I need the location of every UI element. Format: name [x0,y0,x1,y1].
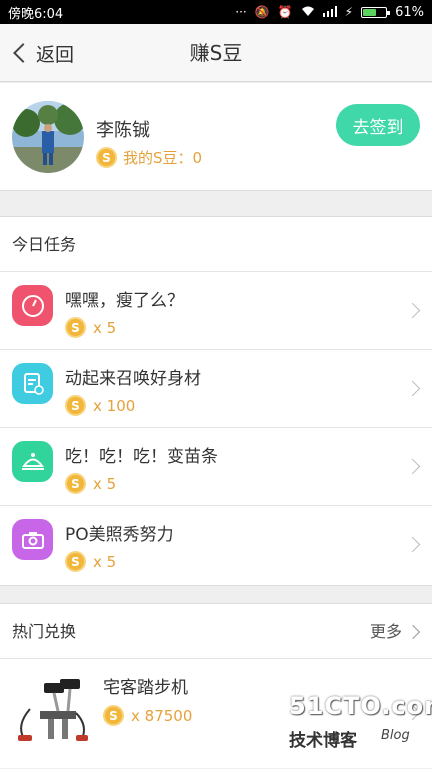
more-label: 更多 [369,622,402,641]
wifi-icon [301,6,315,19]
mute-icon: 🔕 [254,5,270,19]
price-amount: x 87500 [131,706,193,725]
alarm-icon: ⏰ [277,5,293,19]
task-reward: S x 100 [65,395,135,416]
chevron-right-icon [404,704,421,721]
task-reward: S x 5 [65,317,116,338]
avatar[interactable] [12,101,84,173]
task-item[interactable]: PO美照秀努力 S x 5 [0,506,432,584]
signal-icon [322,5,337,19]
camera-icon [12,519,53,560]
back-label: 返回 [36,43,75,66]
battery-percent: 61% [395,4,424,20]
reward-amount: x 5 [93,318,117,337]
chevron-right-icon [404,536,421,553]
tasks-header: 今日任务 [0,217,432,272]
task-reward: S x 5 [65,551,116,572]
task-item[interactable]: 嘿嘿，瘦了么？ S x 5 [0,272,432,350]
chevron-right-icon [405,624,421,639]
nav-bar: 返回 赚S豆 [0,24,432,82]
charging-icon: ⚡ [344,5,354,19]
battery-icon [361,6,391,18]
points-row: S 我的S豆：0 [96,147,202,168]
checkin-button[interactable]: 去签到 [336,104,420,146]
more-dots-icon: ··· [235,5,247,19]
exchange-title: 热门兑换 [12,622,77,641]
s-coin-icon: S [103,705,124,726]
task-item[interactable]: 动起来召唤好身材 S x 100 [0,350,432,428]
reward-amount: x 100 [93,396,136,415]
s-coin-icon: S [65,395,86,416]
reward-amount: x 5 [93,474,117,493]
status-bar: 傍晚6:04 ··· 🔕 ⏰ ⚡ 61% [0,0,432,24]
scale-icon [12,285,53,326]
exchange-section: 热门兑换 更多 宅客踏步机 S x 87500 [0,603,432,768]
checklist-icon [12,363,53,404]
task-item[interactable]: 吃！吃！吃！变苗条 S x 5 [0,428,432,506]
task-title: 吃！吃！吃！变苗条 [65,447,218,467]
chevron-right-icon [404,302,421,319]
reward-amount: x 5 [93,552,117,571]
battery-fill [363,8,377,16]
chevron-right-icon [404,380,421,397]
task-title: 嘿嘿，瘦了么？ [65,291,184,311]
chevron-right-icon [404,458,421,475]
chevron-left-icon [13,43,33,63]
product-name: 宅客踏步机 [103,678,188,698]
more-button[interactable]: 更多 [369,604,421,659]
points-label: 我的S豆：0 [123,149,203,167]
task-reward: S x 5 [65,473,116,494]
tasks-section: 今日任务 嘿嘿，瘦了么？ S x 5 动起来召唤好身材 S x 100 吃！吃！… [0,216,432,586]
status-icons: ··· 🔕 ⏰ ⚡ 61% [235,5,424,20]
task-title: PO美照秀努力 [65,525,174,545]
back-button[interactable]: 返回 [10,24,74,82]
s-coin-icon: S [65,473,86,494]
s-coin-icon: S [65,317,86,338]
task-title: 动起来召唤好身材 [65,369,201,389]
stepper-machine-image [10,669,90,749]
product-price: S x 87500 [103,705,192,726]
product-item[interactable]: 宅客踏步机 S x 87500 [0,659,432,769]
user-name: 李陈铖 [96,120,150,141]
s-coin-icon: S [65,551,86,572]
exchange-header: 热门兑换 更多 [0,604,432,659]
food-cover-icon [12,441,53,482]
status-time: 傍晚6:04 [8,6,64,22]
profile-card: 李陈铖 S 我的S豆：0 去签到 [0,83,432,191]
s-coin-icon: S [96,147,117,168]
